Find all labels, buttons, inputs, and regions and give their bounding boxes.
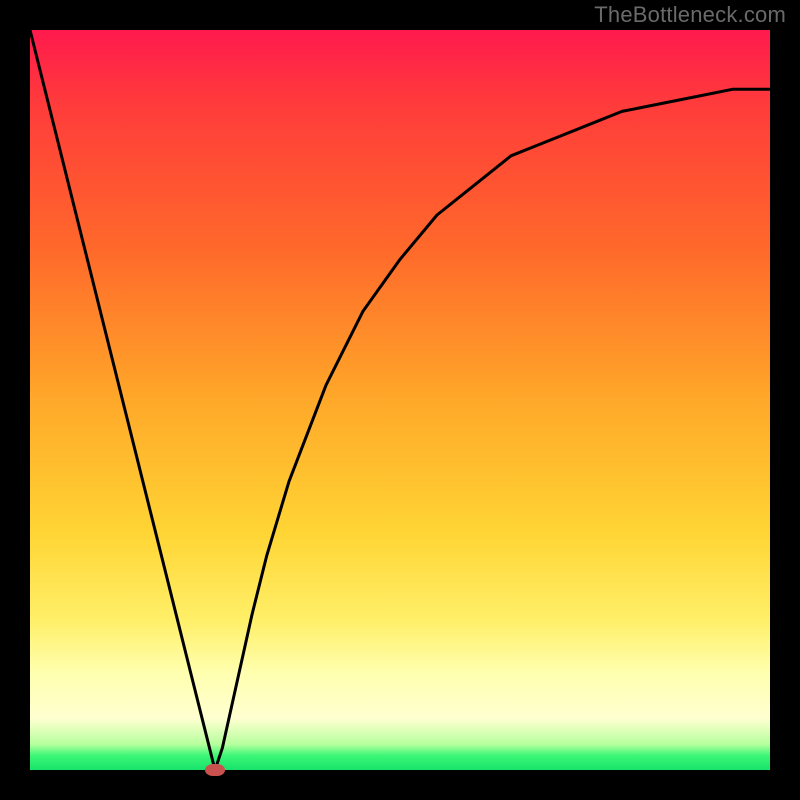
plot-area (30, 30, 770, 770)
bottleneck-curve-path (30, 30, 770, 770)
curve-svg (30, 30, 770, 770)
minimum-marker (205, 764, 225, 776)
chart-frame: TheBottleneck.com (0, 0, 800, 800)
watermark-text: TheBottleneck.com (594, 2, 786, 28)
